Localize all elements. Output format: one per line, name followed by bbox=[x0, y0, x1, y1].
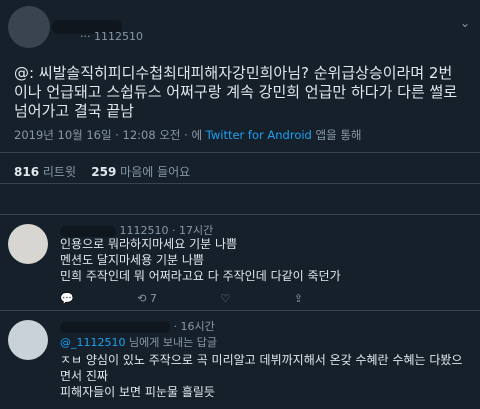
reply-header: · 16시간 bbox=[60, 318, 215, 334]
reply-line: 멘션도 달지마세용 기분 나쁨 bbox=[60, 253, 204, 267]
reply-avatar[interactable] bbox=[8, 320, 48, 360]
reply-line: 민희 주작인데 뭐 어쩌라고요 다 주작인데 다같이 죽던가 bbox=[60, 269, 341, 283]
reply-retweet-count: 7 bbox=[149, 292, 157, 305]
share-icon[interactable]: ⇪ bbox=[294, 292, 303, 305]
chevron-down-icon[interactable]: ⌄ bbox=[460, 16, 470, 30]
retweet-icon[interactable]: ⟲ bbox=[137, 292, 146, 305]
tweet-source-link[interactable]: Twitter for Android bbox=[206, 128, 312, 142]
replying-to-suffix: 님에게 보내는 답글 bbox=[129, 336, 217, 349]
like-label[interactable]: 마음에 들어요 bbox=[120, 165, 190, 179]
reply-avatar[interactable] bbox=[8, 224, 48, 264]
reply-1[interactable]: 1112510 · 17시간 인용으로 뭐라하지마세요 기분 나쁨 멘션도 달지… bbox=[0, 218, 480, 310]
reply-text: 인용으로 뭐라하지마세요 기분 나쁨 멘션도 달지마세용 기분 나쁨 민희 주작… bbox=[60, 236, 470, 284]
redacted-name bbox=[60, 225, 116, 237]
reply-icon[interactable]: 💬 bbox=[60, 292, 74, 305]
reply-line: ㅈㅂ 양심이 있노 주작으로 곡 미리알고 데뷔까지해서 온갖 수혜란 수혜는 … bbox=[60, 353, 463, 383]
reply-handle[interactable]: · 16시간 bbox=[174, 320, 215, 333]
divider bbox=[0, 183, 480, 184]
tweet-meta: 2019년 10월 16일 · 12:08 오전 · 에 Twitter for… bbox=[14, 127, 362, 143]
tweet-date: 2019년 10월 16일 · 12:08 오전 · 에 bbox=[14, 128, 203, 142]
reply-line: 인용으로 뭐라하지마세요 기분 나쁨 bbox=[60, 237, 238, 251]
divider bbox=[0, 310, 480, 311]
replying-to: @_1112510 님에게 보내는 답글 bbox=[60, 334, 217, 350]
tweet-source-suffix: 앱을 통해 bbox=[315, 128, 362, 142]
divider bbox=[0, 152, 480, 153]
tweet-text: @: 씨발솔직히피디수첩최대피해자강민희아님? 순위급상승이라며 2번이나 언급… bbox=[14, 64, 458, 120]
like-icon[interactable]: ♡ bbox=[220, 292, 230, 305]
replying-to-handle[interactable]: @_1112510 bbox=[60, 336, 126, 349]
reply-line: 피해자들이 보면 피눈물 흘릴듯 bbox=[60, 385, 215, 399]
reply-2[interactable]: · 16시간 @_1112510 님에게 보내는 답글 ㅈㅂ 양심이 있노 주작… bbox=[0, 314, 480, 409]
author-handle[interactable]: ··· 1112510 bbox=[80, 30, 143, 43]
retweet-label[interactable]: 리트윗 bbox=[43, 165, 76, 179]
reply-actions: 💬 ⟲ 7 ♡ ⇪ bbox=[60, 292, 303, 305]
tweet-header: ··· 1112510 ⌄ bbox=[0, 0, 480, 58]
divider bbox=[0, 214, 480, 215]
tweet-stats: 816 리트윗 259 마음에 들어요 bbox=[14, 163, 190, 180]
reply-text: ㅈㅂ 양심이 있노 주작으로 곡 미리알고 데뷔까지해서 온갖 수혜란 수혜는 … bbox=[60, 352, 470, 400]
like-count[interactable]: 259 bbox=[91, 165, 116, 179]
author-avatar[interactable] bbox=[8, 6, 50, 48]
redacted-name bbox=[60, 321, 170, 333]
retweet-count[interactable]: 816 bbox=[14, 165, 39, 179]
